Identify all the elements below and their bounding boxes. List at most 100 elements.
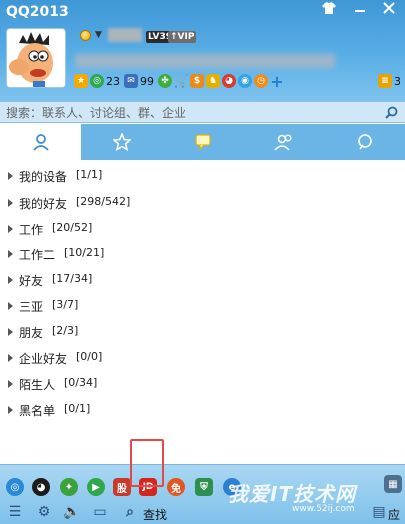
- group-row[interactable]: 企业好友 [0/0]: [0, 348, 405, 368]
- message-box[interactable]: ≡ 3: [378, 74, 403, 88]
- site-watermark-url: www.52ij.com: [292, 504, 355, 514]
- expand-arrow-icon: [8, 276, 13, 284]
- mail-icon[interactable]: ✉: [124, 74, 138, 88]
- qzone-icon[interactable]: ◎: [90, 74, 104, 88]
- expand-arrow-icon: [8, 328, 13, 336]
- clock-icon[interactable]: ◷: [254, 74, 268, 88]
- group-count: [17/34]: [52, 272, 93, 285]
- stock-icon[interactable]: 股: [113, 478, 131, 496]
- jd-highlight-box: [130, 439, 164, 487]
- clover-icon[interactable]: ✤: [158, 74, 172, 88]
- group-count: [1/1]: [76, 168, 103, 181]
- group-count: [0/0]: [76, 350, 103, 363]
- site-watermark: 我爱IT技术网: [228, 482, 357, 506]
- add-app-icon[interactable]: +: [270, 72, 284, 91]
- qq-penguin-icon[interactable]: ◕: [222, 74, 236, 88]
- qq-game-icon[interactable]: ✦: [60, 478, 78, 496]
- tab-recent[interactable]: [324, 124, 405, 160]
- expand-arrow-icon: [8, 406, 13, 414]
- security-shield-icon[interactable]: ⛨: [195, 478, 213, 496]
- group-name: 工作: [19, 223, 44, 237]
- nickname-blurred: [108, 28, 142, 42]
- group-count: [2/3]: [52, 324, 79, 337]
- avatar[interactable]: [6, 28, 66, 88]
- group-name: 黑名单: [19, 404, 56, 418]
- expand-arrow-icon: [8, 172, 13, 180]
- folder-icon[interactable]: ▭: [91, 503, 109, 521]
- search-input[interactable]: [6, 105, 376, 120]
- tab-groups[interactable]: [162, 124, 243, 160]
- group-row[interactable]: 工作 [20/52]: [0, 219, 405, 239]
- find-icon[interactable]: ⌕: [121, 503, 139, 521]
- tab-favorites[interactable]: [81, 124, 162, 160]
- group-row[interactable]: 工作二 [10/21]: [0, 244, 405, 264]
- star-icon: [112, 133, 131, 151]
- group-name: 我的好友: [19, 197, 68, 211]
- group-row[interactable]: 黑名单 [0/1]: [0, 400, 405, 420]
- chevron-down-icon[interactable]: ▼: [95, 30, 102, 40]
- qq-penguin-icon[interactable]: ◕: [32, 478, 50, 496]
- vip-badge: ↑VIP: [168, 31, 197, 43]
- group-row[interactable]: 我的设备 [1/1]: [0, 166, 405, 186]
- mail-count: 99: [140, 74, 154, 88]
- qzone-count: 23: [106, 74, 120, 88]
- menu-icon[interactable]: ☰: [6, 503, 24, 521]
- expand-arrow-icon: [8, 380, 13, 388]
- window-title: QQ2013: [6, 4, 69, 20]
- music-icon[interactable]: ◉: [238, 74, 252, 88]
- person-icon: [32, 134, 49, 151]
- group-row[interactable]: 陌生人 [0/34]: [0, 374, 405, 394]
- find-button[interactable]: 查找: [143, 506, 167, 523]
- app-toolbar: ★ ◎ 23 ✉ 99 ✤ 🛒 $ ♞ ◕ ◉ ◷ +: [74, 72, 284, 91]
- message-box-icon: ≡: [378, 74, 392, 88]
- group-row[interactable]: 三亚 [3/7]: [0, 296, 405, 316]
- minimize-icon[interactable]: [349, 2, 371, 18]
- group-name: 企业好友: [19, 352, 68, 366]
- group-count: [10/21]: [64, 246, 105, 259]
- tab-contacts[interactable]: [0, 124, 81, 160]
- app-button[interactable]: 应用: [388, 506, 405, 524]
- group-name: 三亚: [19, 300, 44, 314]
- group-name: 我的设备: [19, 170, 68, 184]
- close-icon[interactable]: [378, 2, 400, 18]
- message-box-count: 3: [394, 74, 401, 88]
- qzone-tab-icon: [357, 134, 372, 150]
- contact-group-list: 我的设备 [1/1] 我的好友 [298/542] 工作 [20/52] 工作二…: [0, 160, 405, 464]
- qq-space-icon[interactable]: ◎: [6, 478, 24, 496]
- group-name: 陌生人: [19, 378, 56, 392]
- expand-arrow-icon: [8, 250, 13, 258]
- online-status-icon[interactable]: [80, 30, 91, 41]
- group-count: [298/542]: [76, 195, 131, 208]
- video-icon[interactable]: ▶: [87, 478, 105, 496]
- signature-blurred: [75, 54, 335, 68]
- group-name: 好友: [19, 274, 44, 288]
- group-row[interactable]: 好友 [17/34]: [0, 270, 405, 290]
- cart-icon[interactable]: 🛒: [174, 74, 189, 88]
- chat-icon: [194, 134, 211, 151]
- group-count: [3/7]: [52, 298, 79, 311]
- group-name: 工作二: [19, 248, 56, 262]
- search-bar: [0, 101, 405, 123]
- group-count: [20/52]: [52, 221, 93, 234]
- wallet-icon[interactable]: $: [190, 74, 204, 88]
- expand-arrow-icon: [8, 225, 13, 233]
- tab-discussions[interactable]: [243, 124, 324, 160]
- search-icon[interactable]: [385, 106, 398, 119]
- app-grid-icon[interactable]: ▦: [384, 475, 402, 493]
- speaker-icon[interactable]: 🔈: [63, 503, 81, 521]
- group-row[interactable]: 我的好友 [298/542]: [0, 193, 405, 213]
- group-count: [0/34]: [64, 376, 98, 389]
- group-count: [0/1]: [64, 402, 91, 415]
- group-row[interactable]: 朋友 [2/3]: [0, 322, 405, 342]
- vip-badge-label: VIP: [177, 32, 195, 42]
- star-vip-icon[interactable]: ★: [74, 74, 88, 88]
- expand-arrow-icon: [8, 302, 13, 310]
- group-name: 朋友: [19, 326, 44, 340]
- game-icon[interactable]: ♞: [206, 74, 220, 88]
- tab-bar: [0, 124, 405, 160]
- free-icon[interactable]: 免: [167, 478, 185, 496]
- expand-arrow-icon: [8, 354, 13, 362]
- gear-icon[interactable]: ⚙: [35, 503, 53, 521]
- shirt-icon[interactable]: [318, 2, 340, 18]
- app-manager-icon[interactable]: ▤: [370, 503, 388, 521]
